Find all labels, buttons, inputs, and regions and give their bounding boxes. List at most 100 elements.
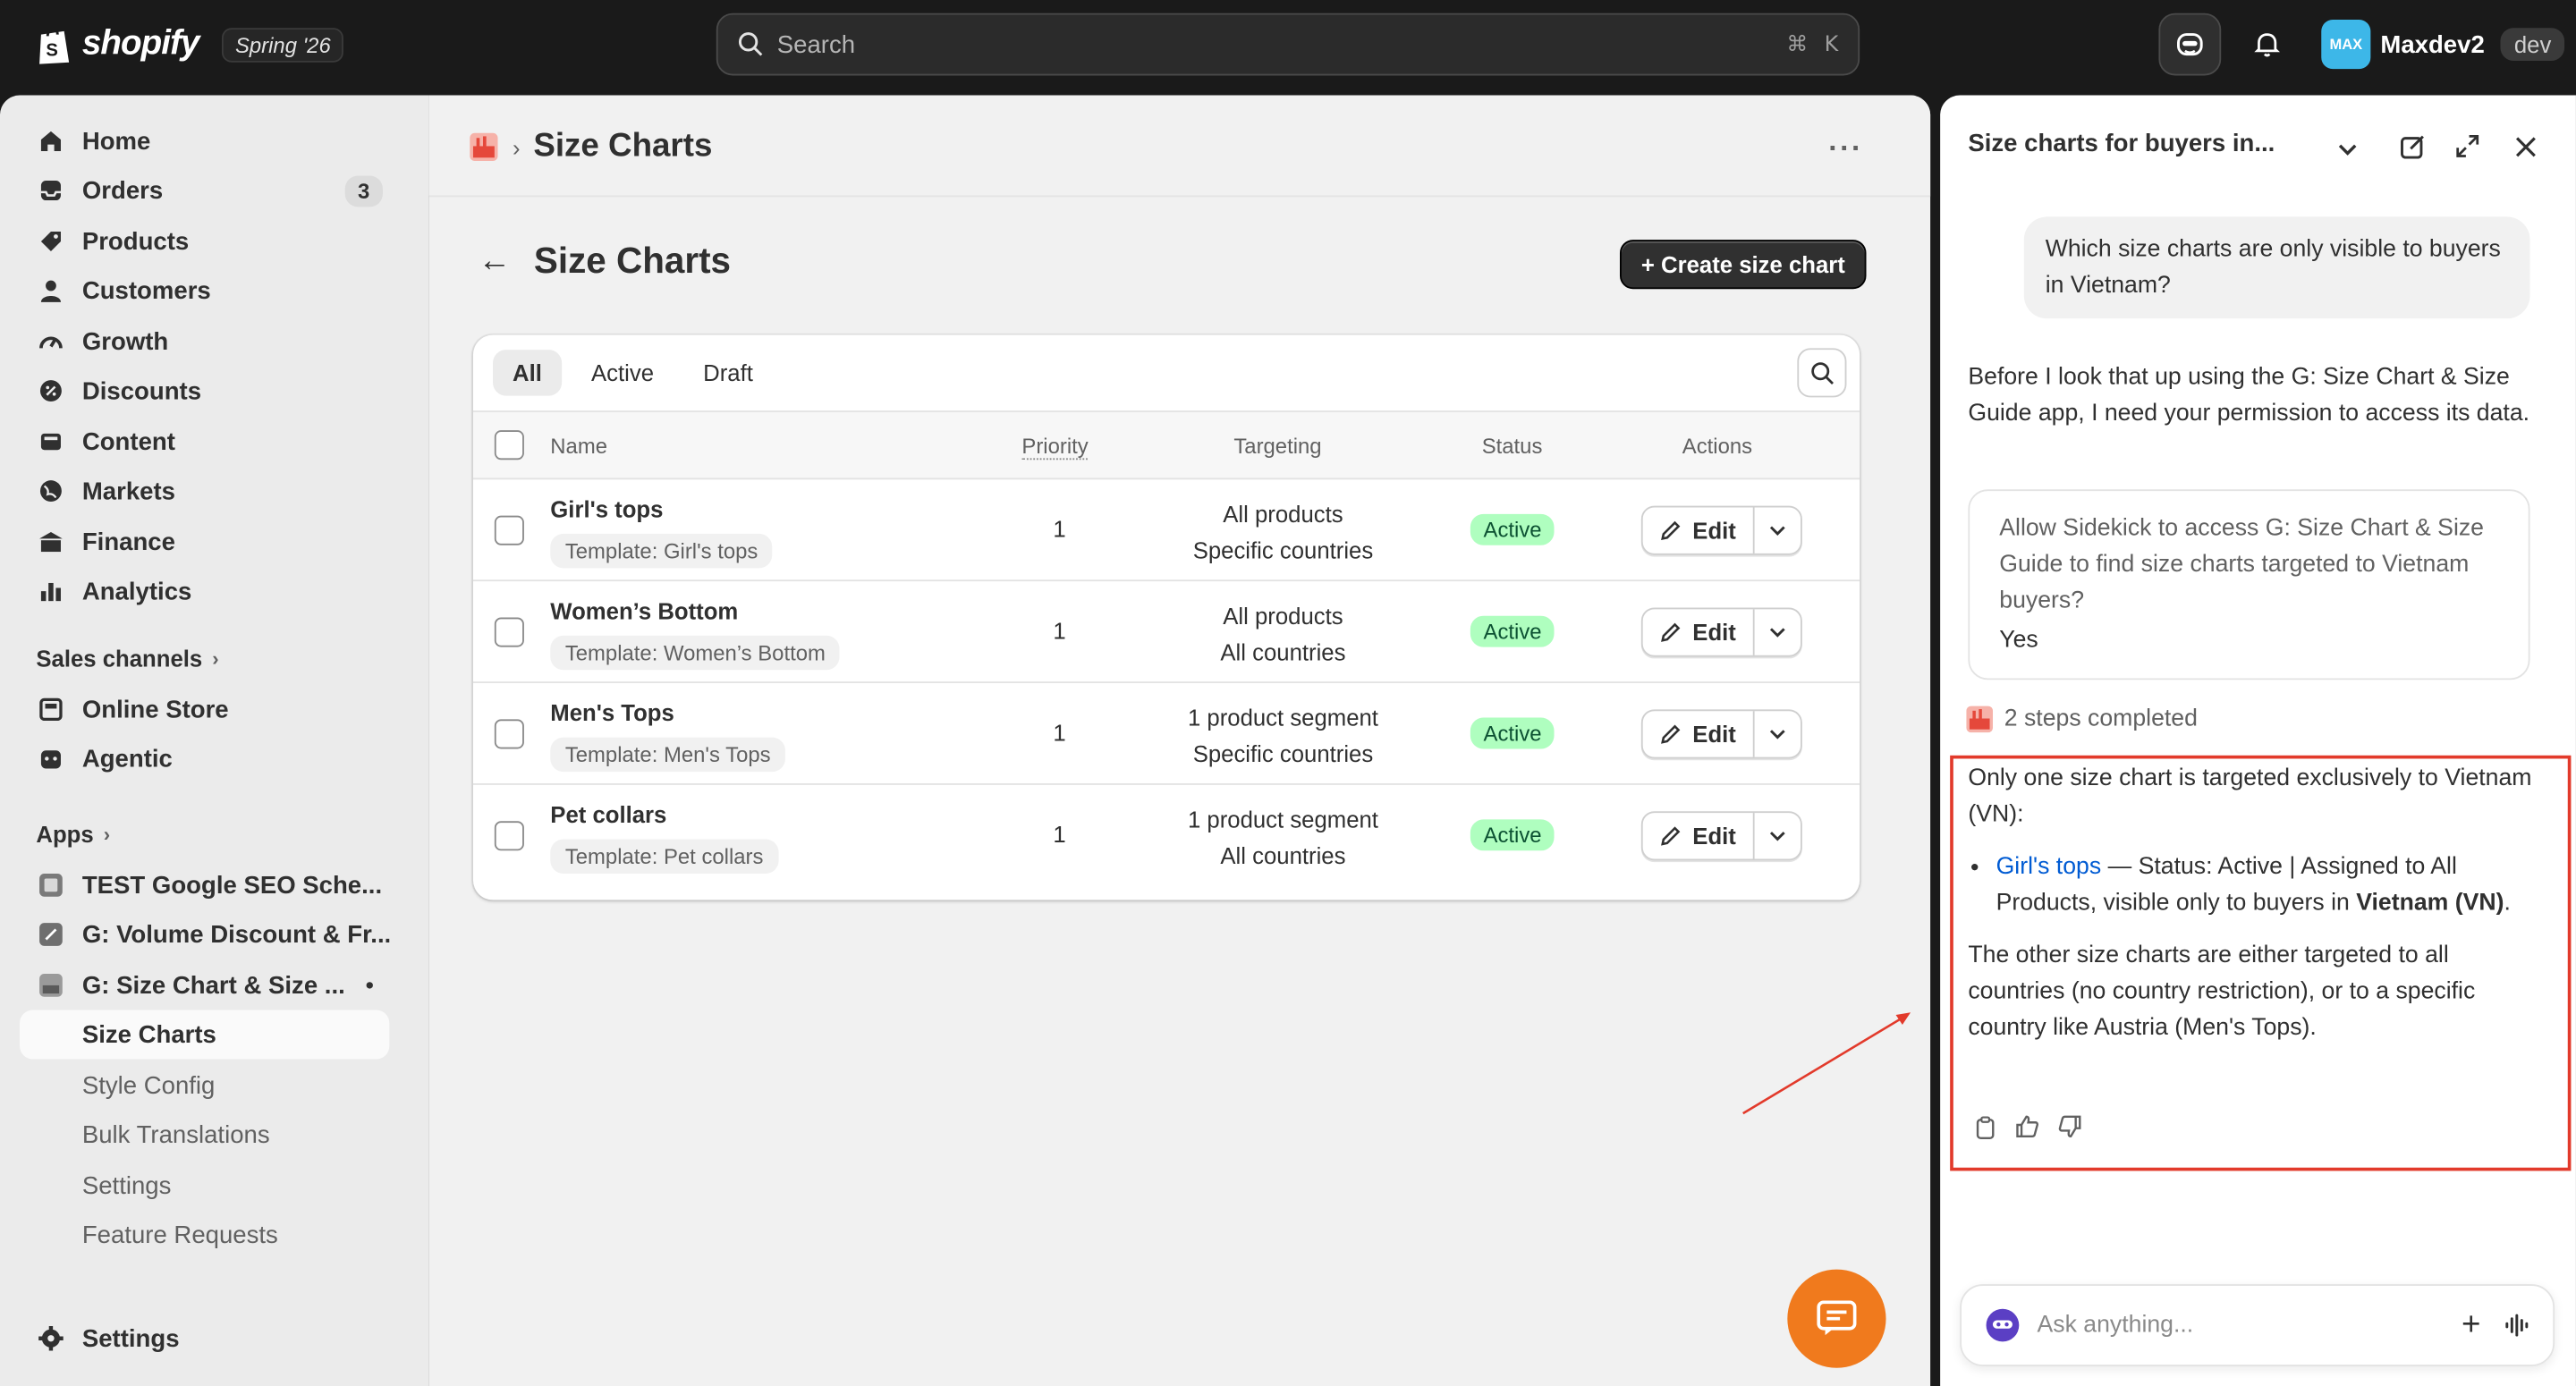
sidebar-subitem-bulk-translations[interactable]: Bulk Translations xyxy=(20,1110,389,1159)
chat-fab-button[interactable] xyxy=(1787,1269,1886,1368)
edit-dropdown-button[interactable] xyxy=(1755,711,1801,756)
edit-dropdown-button[interactable] xyxy=(1755,813,1801,858)
pencil-icon xyxy=(1661,724,1681,744)
sidebar-item-products[interactable]: Products xyxy=(20,216,389,266)
table-row[interactable]: Men's Tops Template: Men's Tops 1 1 prod… xyxy=(472,683,1860,785)
sidebar-app-seo[interactable]: TEST Google SEO Sche... xyxy=(20,860,389,909)
app-header: › Size Charts ··· xyxy=(428,95,1931,198)
user-menu[interactable]: MAX Maxdev2 dev xyxy=(2321,20,2565,70)
section-title: Sales channels xyxy=(36,645,203,672)
edit-button[interactable]: Edit xyxy=(1643,813,1755,859)
sidebar-item-discounts[interactable]: Discounts xyxy=(20,367,389,416)
row-name[interactable]: Girl's tops xyxy=(550,496,663,522)
sidebar-item-content[interactable]: Content xyxy=(20,417,389,466)
sidebar-item-label: Finance xyxy=(81,528,175,556)
sidebar-item-growth[interactable]: Growth xyxy=(20,317,389,366)
sidebar-item-settings[interactable]: Settings xyxy=(20,1314,389,1363)
back-arrow-icon[interactable]: ← xyxy=(478,242,511,280)
app-discount-icon xyxy=(36,919,65,949)
sidekick-conversation-title[interactable]: Size charts for buyers in... xyxy=(1968,130,2275,157)
edit-dropdown-button[interactable] xyxy=(1755,609,1801,655)
girls-tops-link[interactable]: Girl's tops xyxy=(1996,854,2102,880)
sidekick-panel: Size charts for buyers in... Which size … xyxy=(1940,95,2576,1386)
tab-all[interactable]: All xyxy=(493,350,562,396)
orders-count-badge: 3 xyxy=(344,174,383,207)
answer-list: Girl's tops — Status: Active | Assigned … xyxy=(1996,849,2540,921)
ask-input[interactable]: Ask anything... + xyxy=(1960,1284,2555,1366)
thumbs-down-icon[interactable] xyxy=(2057,1113,2083,1139)
size-chart-app-icon[interactable] xyxy=(468,131,499,163)
spacer-icon xyxy=(36,1120,65,1149)
close-icon[interactable] xyxy=(2510,131,2539,161)
table-row[interactable]: Girl's tops Template: Girl's tops 1 All … xyxy=(472,479,1860,582)
tab-draft[interactable]: Draft xyxy=(683,350,773,395)
table-row[interactable]: Pet collars Template: Pet collars 1 1 pr… xyxy=(473,785,1860,887)
edit-button[interactable]: Edit xyxy=(1643,711,1755,757)
sidekick-button[interactable] xyxy=(2158,13,2222,76)
row-template-tag: Template: Girl's tops xyxy=(550,533,773,569)
steps-completed-toggle[interactable]: 2 steps completed xyxy=(1965,705,2198,734)
sidebar-item-markets[interactable]: Markets xyxy=(20,467,389,516)
sidebar: Home Orders 3 Products Customers Growth … xyxy=(0,95,429,1386)
sidebar-item-label: Agentic xyxy=(81,744,173,773)
row-checkbox[interactable] xyxy=(494,515,524,545)
new-chat-icon[interactable] xyxy=(2397,131,2427,161)
edit-button[interactable]: Edit xyxy=(1643,609,1755,655)
sidebar-item-label: Size Charts xyxy=(81,1020,216,1049)
sidebar-item-label: Online Store xyxy=(81,695,229,723)
row-name[interactable]: Men's Tops xyxy=(550,699,674,725)
thumbs-up-icon[interactable] xyxy=(2014,1113,2040,1139)
sidebar-item-label: G: Size Chart & Size ... xyxy=(81,971,345,1000)
sidebar-app-volume-discount[interactable]: G: Volume Discount & Fr... xyxy=(20,909,389,959)
sidebar-subitem-style-config[interactable]: Style Config xyxy=(20,1061,389,1110)
row-priority: 1 xyxy=(1053,719,1066,746)
sidebar-item-online-store[interactable]: Online Store xyxy=(20,685,389,734)
sidebar-item-home[interactable]: Home xyxy=(20,116,389,165)
notifications-button[interactable] xyxy=(2248,25,2287,64)
more-actions-icon[interactable]: ··· xyxy=(1828,131,1863,166)
expand-icon[interactable] xyxy=(2453,131,2482,161)
row-name[interactable]: Pet collars xyxy=(550,801,666,827)
global-search[interactable]: Search ⌘ K xyxy=(716,13,1860,76)
sidebar-item-label: Feature Requests xyxy=(81,1221,278,1249)
sidebar-item-orders[interactable]: Orders 3 xyxy=(20,165,389,215)
row-checkbox[interactable] xyxy=(494,719,524,749)
sidebar-app-size-chart[interactable]: G: Size Chart & Size ... xyxy=(20,960,389,1010)
sidebar-item-analytics[interactable]: Analytics xyxy=(20,567,389,616)
tab-active[interactable]: Active xyxy=(572,350,674,395)
voice-icon[interactable] xyxy=(2504,1312,2529,1338)
edit-button[interactable]: Edit xyxy=(1643,507,1755,554)
row-checkbox[interactable] xyxy=(494,617,524,647)
plus-icon[interactable]: + xyxy=(2462,1309,2480,1342)
col-name[interactable]: Name xyxy=(550,434,607,459)
annotation-arrow xyxy=(1742,1012,1911,1115)
row-name[interactable]: Women’s Bottom xyxy=(550,597,738,623)
spacer-icon xyxy=(36,1019,65,1049)
sidebar-item-label: Discounts xyxy=(81,376,202,405)
sidebar-subitem-feature-requests[interactable]: Feature Requests xyxy=(20,1211,389,1260)
sidebar-subitem-size-charts[interactable]: Size Charts xyxy=(20,1010,390,1060)
select-all-checkbox[interactable] xyxy=(494,430,524,461)
shortcut-key: K xyxy=(1824,31,1839,57)
sidebar-item-finance[interactable]: Finance xyxy=(20,517,389,566)
sidebar-item-agentic[interactable]: Agentic xyxy=(20,734,389,783)
col-priority[interactable]: Priority xyxy=(1021,434,1089,461)
list-item-end: . xyxy=(2504,890,2511,917)
edit-dropdown-button[interactable] xyxy=(1755,507,1801,553)
main-content: › Size Charts ··· ← Size Charts + Create… xyxy=(428,95,1931,1386)
copy-icon[interactable] xyxy=(1971,1113,1997,1139)
sidebar-item-customers[interactable]: Customers xyxy=(20,266,389,316)
size-charts-table-card: All Active Draft Name Priority Targeting… xyxy=(472,334,1860,900)
apps-header[interactable]: Apps › xyxy=(36,821,110,847)
table-row[interactable]: Women’s Bottom Template: Women’s Bottom … xyxy=(472,581,1860,683)
row-checkbox[interactable] xyxy=(494,821,524,851)
chevron-down-icon[interactable] xyxy=(2333,135,2362,165)
table-search-button[interactable] xyxy=(1797,348,1847,398)
gear-icon xyxy=(36,1323,65,1353)
create-size-chart-button[interactable]: + Create size chart xyxy=(1619,240,1867,290)
shopify-logo[interactable]: S shopify Spring '26 xyxy=(36,23,344,66)
store-icon xyxy=(36,695,65,724)
sidebar-subitem-settings[interactable]: Settings xyxy=(20,1161,389,1210)
target-countries: Specific countries xyxy=(1192,740,1374,767)
sales-channels-header[interactable]: Sales channels › xyxy=(36,646,218,672)
